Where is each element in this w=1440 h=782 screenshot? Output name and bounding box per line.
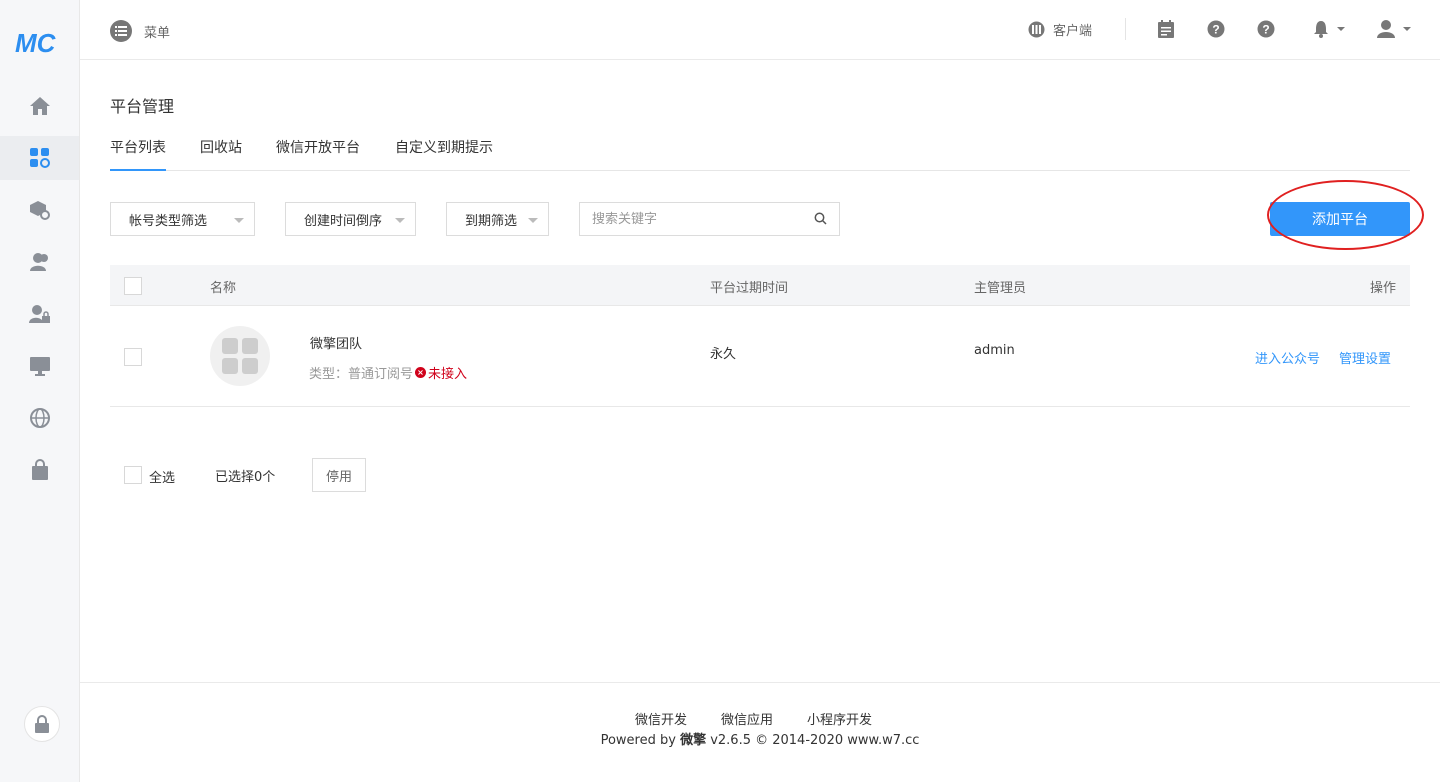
topbar-divider	[1125, 18, 1126, 40]
manage-settings-link[interactable]: 管理设置	[1339, 348, 1391, 367]
svg-text:?: ?	[1212, 23, 1219, 37]
page-footer: 微信开发 微信应用 小程序开发 Powered by 微擎 v2.6.5 © 2…	[80, 682, 1440, 782]
column-header-name: 名称	[210, 281, 237, 296]
sidebar-item-store[interactable]	[0, 448, 79, 492]
help-icon[interactable]: ?	[1207, 20, 1225, 42]
table-header: 名称 平台过期时间 主管理员 操作	[110, 265, 1410, 306]
search-icon[interactable]	[814, 212, 827, 229]
topbar: 菜单 客户端 ? ?	[80, 0, 1440, 60]
lock-button[interactable]	[24, 706, 60, 742]
question-icon[interactable]: ?	[1257, 20, 1275, 42]
row-checkbox[interactable]	[124, 348, 142, 366]
menu-label: 菜单	[144, 25, 171, 41]
client-label: 客户端	[1053, 24, 1093, 39]
access-status-label: 未接入	[428, 367, 468, 382]
sidebar-item-permissions[interactable]	[0, 292, 79, 336]
account-type-filter[interactable]: 帐号类型筛选	[110, 202, 255, 236]
client-icon	[1028, 21, 1045, 38]
expire-filter[interactable]: 到期筛选	[446, 202, 549, 236]
users-icon	[29, 253, 48, 271]
globe-icon	[29, 408, 50, 428]
caret-down-icon	[528, 218, 538, 223]
platform-name: 微擎团队	[310, 337, 363, 352]
caret-down-icon	[234, 218, 244, 223]
user-lock-icon	[28, 305, 50, 323]
create-time-sort-label: 创建时间倒序	[304, 213, 383, 229]
column-header-expire: 平台过期时间	[710, 281, 789, 296]
notes-icon[interactable]	[1157, 20, 1175, 43]
footer-brand: 微擎	[680, 733, 707, 748]
platform-type: 类型：普通订阅号 × 未接入	[309, 363, 467, 382]
sidebar-item-users[interactable]	[0, 240, 79, 284]
home-icon	[29, 97, 50, 115]
platform-avatar	[210, 326, 270, 386]
disable-button[interactable]: 停用	[312, 458, 366, 492]
client-button[interactable]: 客户端	[1028, 20, 1092, 39]
platform-expire: 永久	[710, 347, 737, 362]
selected-count: 已选择0个	[215, 470, 276, 485]
user-avatar-icon[interactable]	[1377, 20, 1413, 42]
header-checkbox[interactable]	[124, 277, 142, 295]
sidebar-item-home[interactable]	[0, 84, 79, 128]
version-info: v2.6.5 © 2014-2020 www.w7.cc	[706, 733, 920, 748]
footer-link-wechat-dev[interactable]: 微信开发	[635, 709, 687, 728]
tab-bar: 平台列表 回收站 微信开放平台 自定义到期提示	[110, 137, 1410, 171]
page-title: 平台管理	[110, 97, 175, 116]
add-platform-button[interactable]: 添加平台	[1270, 202, 1410, 236]
sidebar-item-site[interactable]	[0, 396, 79, 440]
platform-type-label: 类型：普通订阅号	[309, 367, 414, 382]
create-time-sort[interactable]: 创建时间倒序	[285, 202, 416, 236]
platform-admin: admin	[974, 343, 1015, 358]
tab-recycle-bin[interactable]: 回收站	[200, 137, 242, 171]
caret-down-icon	[395, 218, 405, 223]
lock-icon	[35, 715, 49, 733]
enter-account-link[interactable]: 进入公众号	[1255, 348, 1320, 367]
search-box	[579, 202, 840, 236]
apps-settings-icon	[29, 148, 50, 168]
bell-icon[interactable]	[1313, 20, 1347, 42]
sidebar: MC	[0, 0, 80, 782]
footer-links: 微信开发 微信应用 小程序开发	[635, 709, 872, 728]
column-header-actions: 操作	[1369, 281, 1396, 296]
list-icon	[110, 20, 132, 42]
sidebar-item-system[interactable]	[0, 344, 79, 388]
error-x-icon: ×	[415, 367, 427, 378]
shopping-bag-icon	[31, 459, 48, 480]
footer-link-wechat-apps[interactable]: 微信应用	[721, 709, 773, 728]
logo-text: MC	[15, 28, 57, 56]
monitor-icon	[29, 357, 50, 376]
sidebar-item-modules[interactable]	[0, 188, 79, 232]
tab-wechat-open-platform[interactable]: 微信开放平台	[276, 137, 360, 171]
powered-by: Powered by	[600, 733, 681, 748]
access-status: × 未接入	[415, 363, 467, 382]
app-logo[interactable]: MC	[15, 28, 65, 58]
select-all-label[interactable]: 全选	[149, 467, 175, 486]
select-all-checkbox[interactable]	[124, 466, 142, 484]
search-input[interactable]	[580, 203, 800, 235]
table-row: 微擎团队 类型：普通订阅号 × 未接入 永久 admin 进入公众号 管理设置	[110, 306, 1410, 407]
copyright: Powered by 微擎 v2.6.5 © 2014-2020 www.w7.…	[80, 729, 1440, 748]
tab-platform-list[interactable]: 平台列表	[110, 137, 166, 171]
sidebar-item-platform[interactable]	[0, 136, 79, 180]
expire-filter-label: 到期筛选	[465, 213, 518, 229]
column-header-admin: 主管理员	[974, 281, 1027, 296]
account-type-filter-label: 帐号类型筛选	[129, 213, 208, 229]
bulk-actions: 全选 已选择0个 停用	[110, 458, 1410, 492]
footer-link-miniprogram-dev[interactable]: 小程序开发	[807, 709, 872, 728]
svg-text:?: ?	[1262, 23, 1269, 37]
box-gear-icon	[29, 201, 50, 220]
menu-toggle[interactable]: 菜单	[110, 20, 170, 42]
tab-custom-expire-notice[interactable]: 自定义到期提示	[395, 137, 493, 171]
